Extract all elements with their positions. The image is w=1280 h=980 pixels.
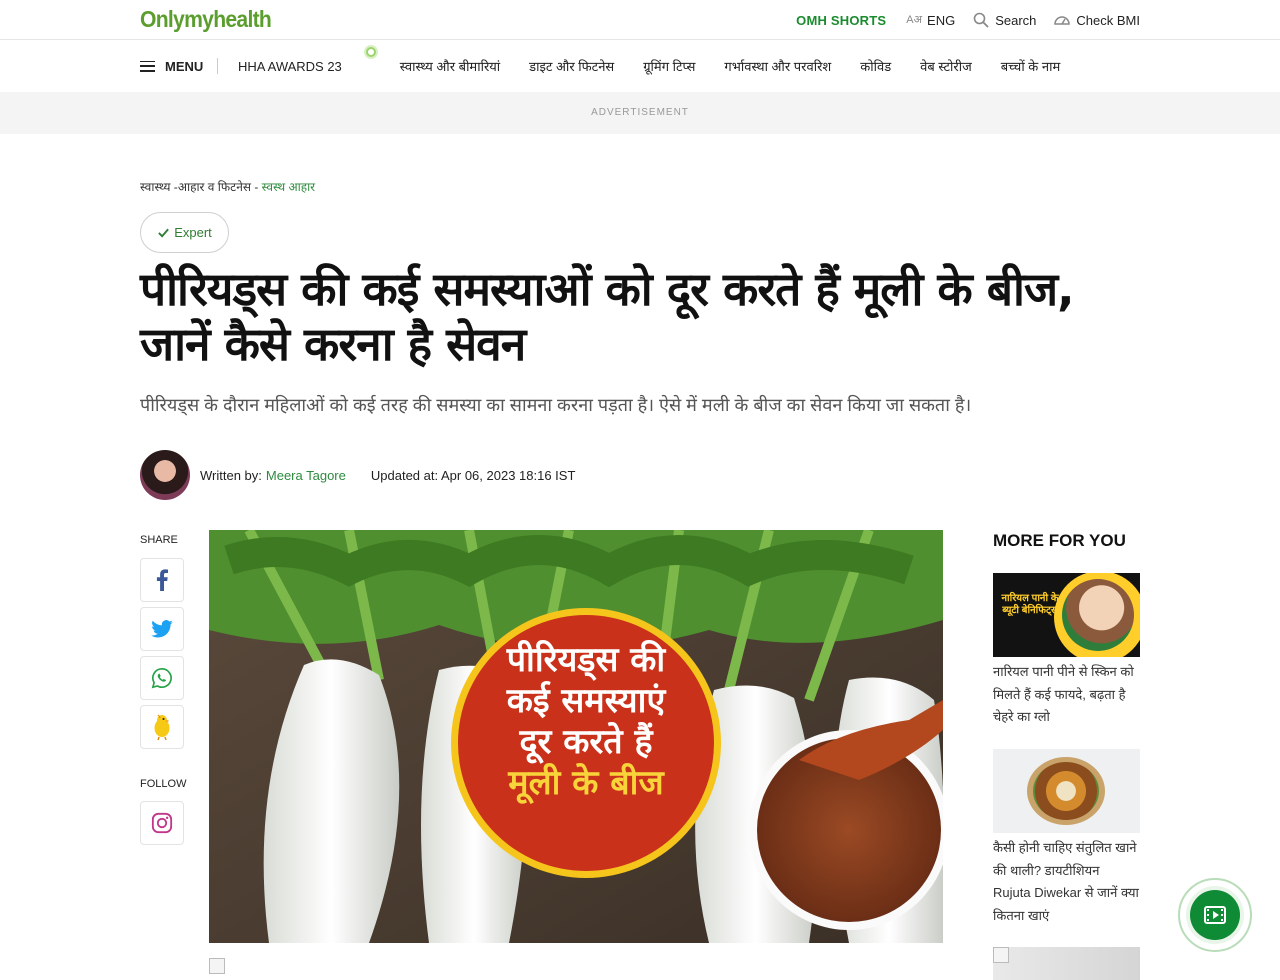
sidebar-card-title[interactable]: नारियल पानी पीने से स्किन को मिलते हैं क… <box>993 661 1140 729</box>
card-image-caption: नारियल पानी के ब्यूटी बेनिफिट्स <box>1001 593 1059 616</box>
sidebar-card-title[interactable]: कैसी होनी चाहिए संतुलित खाने की थाली? डा… <box>993 837 1140 927</box>
expert-badge[interactable]: Expert <box>140 212 229 253</box>
check-bmi-button[interactable]: Check BMI <box>1054 13 1140 28</box>
author-avatar[interactable] <box>140 450 190 500</box>
breadcrumb-diet-fitness[interactable]: आहार व फिटनेस - <box>178 180 259 194</box>
nav-item-covid[interactable]: कोविड <box>860 57 891 75</box>
nav-item-web-stories[interactable]: वेब स्टोरीज <box>920 57 972 75</box>
follow-label: FOLLOW <box>140 778 187 790</box>
nav-items: HHA AWARDS 23 स्वास्थ्य और बीमारियां डाइ… <box>238 40 1089 92</box>
search-icon <box>973 12 989 28</box>
twitter-icon <box>151 620 173 638</box>
language-switch[interactable]: Aअ ENG <box>906 13 955 28</box>
breadcrumb: स्वास्थ्य -आहार व फिटनेस - स्वस्थ आहार <box>140 178 315 195</box>
facebook-icon <box>156 569 168 591</box>
header-actions: OMH SHORTS Aअ ENG Search Check BMI <box>796 0 1140 40</box>
breadcrumb-healthy-diet[interactable]: स्वस्थ आहार <box>262 180 315 194</box>
gauge-icon <box>1054 16 1071 25</box>
language-label: ENG <box>927 12 956 28</box>
check-icon <box>158 228 170 238</box>
share-label: SHARE <box>140 534 178 546</box>
broken-image-icon <box>209 958 225 974</box>
written-by-label: Written by: <box>200 467 262 483</box>
article-subheading: पीरियड्स के दौरान महिलाओं को कई तरह की स… <box>140 395 972 415</box>
search-label: Search <box>995 12 1037 28</box>
menu-label: MENU <box>165 58 204 74</box>
sidebar-card-image[interactable] <box>993 749 1140 833</box>
broken-image-icon <box>993 947 1009 963</box>
share-whatsapp-button[interactable] <box>140 656 184 700</box>
koo-bird-icon <box>154 714 170 741</box>
language-icon: Aअ <box>906 13 923 26</box>
hamburger-icon <box>140 60 155 72</box>
sidebar-card-image[interactable] <box>993 947 1140 980</box>
nav-item-pregnancy[interactable]: गर्भावस्था और परवरिश <box>724 57 831 75</box>
main-nav: MENU HHA AWARDS 23 स्वास्थ्य और बीमारिया… <box>0 40 1280 92</box>
nav-item-grooming[interactable]: ग्रूमिंग टिप्स <box>643 57 695 75</box>
advertisement-label: ADVERTISEMENT <box>591 107 689 118</box>
expert-label: Expert <box>174 225 212 240</box>
nav-item-baby-names[interactable]: बच्चों के नाम <box>1001 57 1061 75</box>
floating-video-button[interactable] <box>1178 878 1252 952</box>
hero-line: पीरियड्स की <box>506 640 666 680</box>
nav-item-health-diseases[interactable]: स्वास्थ्य और बीमारियां <box>400 57 500 75</box>
share-facebook-button[interactable] <box>140 558 184 602</box>
site-logo[interactable]: Onlymyhealth <box>140 6 272 33</box>
more-for-you-title: MORE FOR YOU <box>993 531 1126 550</box>
sidebar-card-image[interactable]: नारियल पानी के ब्यूटी बेनिफिट्स <box>993 573 1140 657</box>
share-koo-button[interactable] <box>140 705 184 749</box>
nav-item-label: HHA AWARDS 23 <box>238 58 342 74</box>
hero-line: दूर करते हैं <box>519 722 653 762</box>
top-header: Onlymyhealth OMH SHORTS Aअ ENG Search Ch… <box>0 0 1280 40</box>
updated-timestamp: Updated at: Apr 06, 2023 18:16 IST <box>370 467 576 483</box>
article-hero-image: पीरियड्स की कई समस्याएं दूर करते हैं मूल… <box>209 530 943 943</box>
hero-overlay-text: पीरियड्स की कई समस्याएं दूर करते हैं मूल… <box>456 640 716 804</box>
check-bmi-label: Check BMI <box>1076 12 1140 28</box>
hero-line: मूली के बीज <box>508 763 664 803</box>
whatsapp-icon <box>151 668 172 689</box>
nav-item-hha-awards[interactable]: HHA AWARDS 23 <box>238 44 378 74</box>
omh-shorts-link[interactable]: OMH SHORTS <box>796 13 886 28</box>
hero-line: कई समस्याएं <box>506 681 666 721</box>
menu-button[interactable]: MENU <box>140 40 203 92</box>
share-twitter-button[interactable] <box>140 607 184 651</box>
video-reel-icon <box>1190 890 1240 940</box>
follow-instagram-button[interactable] <box>140 801 184 845</box>
author-byline: Written by: Meera Tagore Updated at: Apr… <box>140 450 575 500</box>
nav-item-diet-fitness[interactable]: डाइट और फिटनेस <box>529 57 614 75</box>
author-name-link[interactable]: Meera Tagore <box>266 468 346 483</box>
instagram-icon <box>151 812 173 834</box>
advertisement-slot: ADVERTISEMENT <box>0 92 1280 134</box>
article-headline: पीरियड्स की कई समस्याओं को दूर करते हैं … <box>140 262 1075 371</box>
breadcrumb-health[interactable]: स्वास्थ्य - <box>140 180 178 194</box>
nav-divider <box>217 58 218 74</box>
search-button[interactable]: Search <box>973 12 1036 28</box>
live-dot-icon <box>363 44 378 59</box>
